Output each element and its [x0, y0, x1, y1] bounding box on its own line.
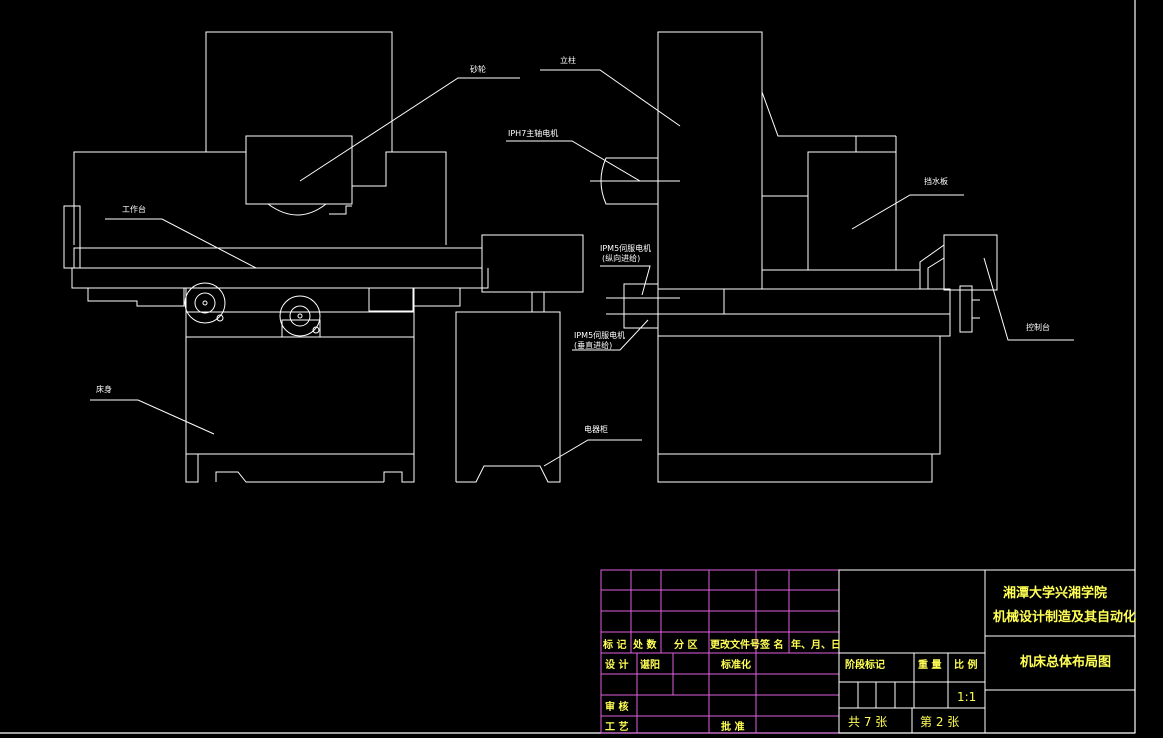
- label-electrical-cabinet: 电器柜: [584, 424, 608, 434]
- tb-scale-value: 1:1: [957, 690, 976, 704]
- tb-process: 工 艺: [605, 720, 628, 733]
- tb-review: 审 核: [605, 700, 628, 713]
- revision-grid: [600, 569, 840, 734]
- tb-school-name: 湘潭大学兴湘学院: [1003, 585, 1107, 601]
- label-control-console: 控制台: [1026, 322, 1050, 332]
- label-worktable: 工作台: [122, 204, 146, 214]
- drawing-frame: [0, 0, 1136, 734]
- tb-designer: 谌阳: [640, 658, 660, 671]
- tb-approve: 批 准: [721, 720, 744, 733]
- tb-rev-sign: 签 名: [759, 638, 783, 651]
- tb-rev-date: 年、月、日: [791, 638, 841, 651]
- grinding-machine-left: [63, 31, 584, 483]
- tb-rev-mark: 标 记: [602, 638, 626, 651]
- tb-rev-doc: 更改文件号: [710, 638, 760, 651]
- tb-rev-zone: 分 区: [674, 638, 697, 651]
- label-grinding-wheel: 砂轮: [470, 64, 486, 74]
- tb-standardize: 标准化: [720, 658, 751, 671]
- tb-stage-mark: 阶段标记: [845, 658, 885, 671]
- tb-rev-count: 处 数: [632, 638, 657, 651]
- tb-drawing-title: 机床总体布局图: [1020, 654, 1111, 670]
- tb-sheets-total: 共 7 张: [848, 715, 887, 729]
- label-vertical-feed: (垂直进给): [574, 340, 612, 350]
- cad-drawing: 砂轮 立柱 IPH7主轴电机 工作台 IPM5伺服电机 (纵向进给) IPM5伺…: [0, 0, 1136, 734]
- tb-sheet-number: 第 2 张: [920, 715, 959, 729]
- label-vertical-servo-motor: IPM5伺服电机: [574, 330, 625, 340]
- label-guard-plate: 挡水板: [924, 176, 948, 186]
- tb-weight: 重 量: [918, 658, 941, 671]
- label-longitudinal-servo-motor: IPM5伺服电机: [600, 243, 651, 253]
- label-longitudinal-feed: (纵向进给): [602, 253, 640, 263]
- tb-scale: 比 例: [954, 658, 977, 671]
- tb-major-name: 机械设计制造及其自动化: [993, 609, 1136, 625]
- label-bed: 床身: [96, 384, 112, 394]
- label-spindle-motor: IPH7主轴电机: [508, 128, 558, 138]
- grinding-machine-right: [590, 31, 998, 483]
- title-block: 标 记 处 数 分 区 更改文件号 签 名 年、月、日 设 计 谌阳 标准化 审…: [600, 569, 1136, 734]
- label-column: 立柱: [560, 55, 576, 65]
- tb-design: 设 计: [605, 658, 628, 671]
